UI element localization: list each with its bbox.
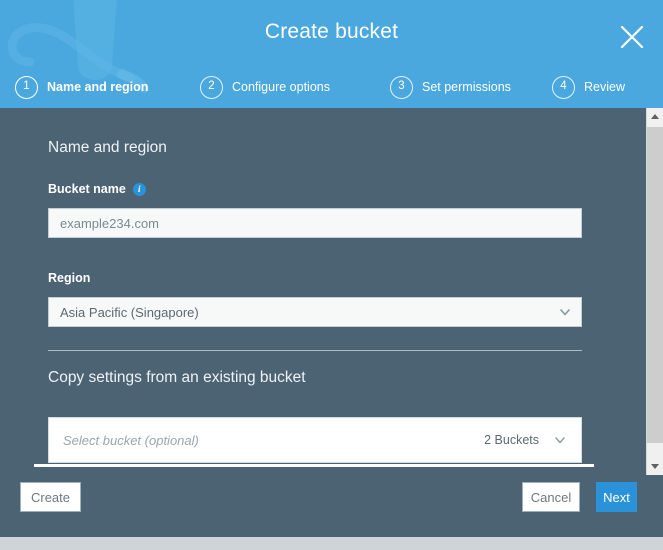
create-bucket-modal: Create bucket 1 Name and region 2 Config… [0,0,663,550]
section-heading-name-and-region: Name and region [48,139,167,156]
next-button[interactable]: Next [596,482,637,512]
step-review[interactable]: 4 Review [552,71,625,103]
scroll-up-arrow-icon[interactable] [647,108,663,125]
scrollbar-track[interactable] [647,125,663,458]
page-title: Create bucket [264,20,399,43]
section-heading-copy-settings: Copy settings from an existing bucket [48,369,306,386]
window-bottom-strip [0,537,663,550]
section-divider [48,350,582,351]
step-label: Configure options [232,80,330,94]
step-number: 2 [200,75,223,99]
step-number: 3 [390,75,413,99]
form-content: Name and region Bucket name i example234… [0,108,638,475]
create-button[interactable]: Create [20,482,81,512]
bucket-count-label: 2 Buckets [484,433,539,447]
bucket-name-label: Bucket name [48,182,126,196]
arrow-down-glyph [651,464,659,469]
step-label: Name and region [47,80,149,94]
region-selected-value: Asia Pacific (Singapore) [60,304,199,320]
modal-body: Name and region Bucket name i example234… [0,108,663,475]
arrow-up-glyph [651,114,659,119]
step-set-permissions[interactable]: 3 Set permissions [390,71,511,103]
bucket-name-value: example234.com [60,215,159,231]
step-number: 1 [15,75,38,99]
chevron-down-icon [558,305,572,319]
step-label: Set permissions [422,80,511,94]
step-configure-options[interactable]: 2 Configure options [200,71,330,103]
dropdown-panel-edge [34,464,594,467]
copy-bucket-placeholder: Select bucket (optional) [63,432,199,448]
info-icon[interactable]: i [132,182,146,196]
scroll-down-arrow-icon[interactable] [647,458,663,475]
region-select[interactable]: Asia Pacific (Singapore) [48,297,582,327]
step-number: 4 [552,75,575,99]
bucket-name-input[interactable]: example234.com [48,208,582,238]
scrollbar-thumb[interactable] [647,127,663,443]
chevron-down-icon [553,433,567,447]
bucket-name-label-group: Bucket name i [48,182,146,196]
close-icon[interactable] [615,20,649,54]
copy-bucket-select[interactable]: Select bucket (optional) 2 Buckets [48,417,582,463]
vertical-scrollbar[interactable] [646,108,663,475]
region-label: Region [48,271,91,285]
step-label: Review [584,80,625,94]
step-name-and-region[interactable]: 1 Name and region [15,71,148,103]
cancel-button[interactable]: Cancel [522,482,580,512]
modal-header: Create bucket 1 Name and region 2 Config… [0,0,663,108]
step-indicator: 1 Name and region 2 Configure options 3 … [0,71,663,103]
